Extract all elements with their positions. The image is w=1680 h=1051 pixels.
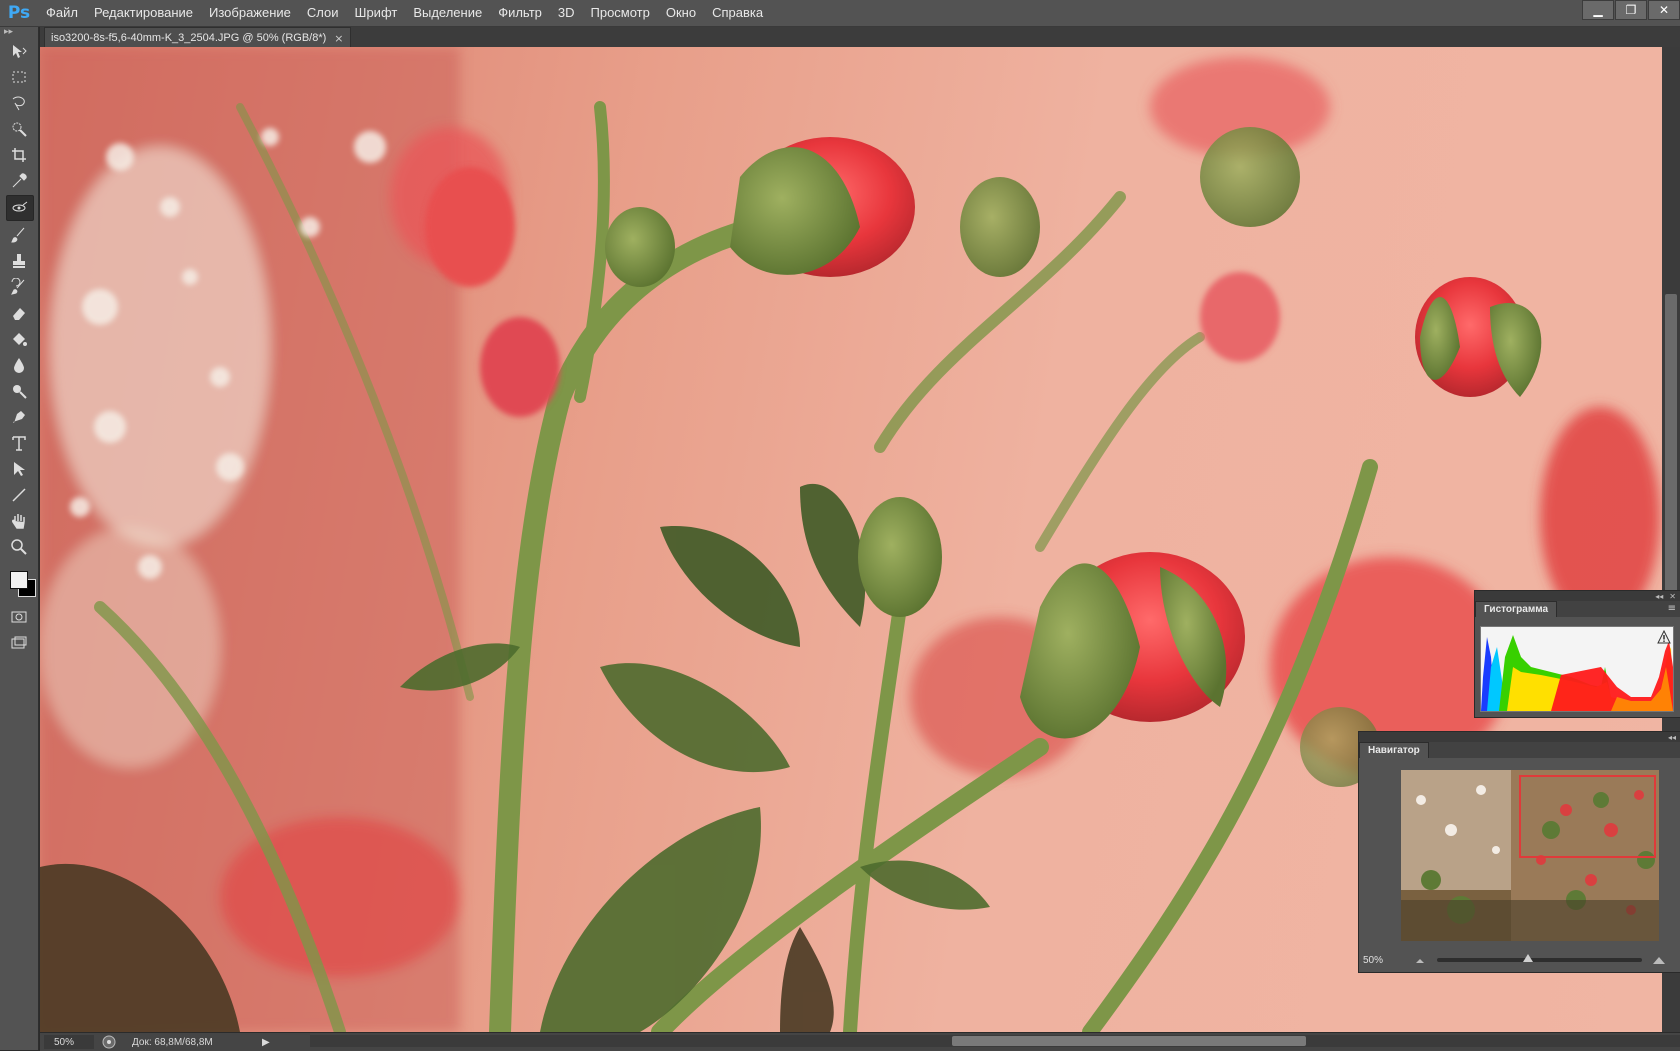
menu-item-2[interactable]: Изображение [201, 0, 299, 26]
collapse-icon[interactable]: ◂◂ [1655, 592, 1663, 601]
menu-item-8[interactable]: Просмотр [583, 0, 658, 26]
menu-item-3[interactable]: Слои [299, 0, 347, 26]
horizontal-scroll-thumb[interactable] [952, 1036, 1306, 1046]
pen-icon[interactable] [6, 405, 32, 429]
zoom-in-icon[interactable] [1652, 955, 1666, 965]
histogram-graph [1480, 626, 1674, 712]
type-icon[interactable] [6, 431, 32, 455]
move-icon[interactable] [6, 39, 32, 63]
window-controls: ▁ ❐ ✕ [1581, 0, 1680, 20]
navigator-zoom-slider[interactable] [1437, 954, 1642, 962]
toolbox-grip-icon[interactable]: ▸▸ [0, 27, 38, 37]
quick-select-icon[interactable] [6, 117, 32, 141]
menu-items: Файл Редактирование Изображение Слои Шрифт Вы… [38, 0, 771, 26]
vertical-scroll-thumb[interactable] [1665, 294, 1677, 594]
line-icon[interactable] [6, 483, 32, 507]
menu-item-5[interactable]: Выделение [405, 0, 490, 26]
stamp-icon[interactable] [6, 249, 32, 273]
dodge-icon[interactable] [6, 379, 32, 403]
spot-heal-icon[interactable] [6, 195, 34, 221]
navigator-tabs: Навигатор [1359, 742, 1680, 758]
app-logo: Ps [7, 3, 31, 23]
tab-navigator[interactable]: Навигатор [1359, 742, 1429, 758]
status-menu-arrow-icon[interactable]: ▶ [262, 1037, 270, 1048]
document-tab[interactable]: iso3200-8s-f5,6-40mm-K_3_2504.JPG @ 50% … [44, 27, 351, 48]
blur-icon[interactable] [6, 353, 32, 377]
document-tab-bar: iso3200-8s-f5,6-40mm-K_3_2504.JPG @ 50% … [40, 27, 1680, 48]
brush-icon[interactable] [6, 223, 32, 247]
warning-icon[interactable] [1657, 630, 1671, 644]
restore-button[interactable]: ❐ [1615, 0, 1647, 20]
menu-item-1[interactable]: Редактирование [86, 0, 201, 26]
navigator-panel-header: ◂◂ [1359, 732, 1680, 742]
navigator-controls: 50% [1359, 949, 1680, 971]
navigator-view-box[interactable] [1519, 775, 1656, 858]
zoom-slider-knob[interactable] [1523, 954, 1534, 962]
navigator-thumbnail[interactable] [1401, 770, 1659, 941]
document-size: Док: 68,8M/68,8M [132, 1036, 213, 1048]
menu-item-7[interactable]: 3D [550, 0, 583, 26]
screen-mode-icon[interactable] [6, 631, 32, 655]
document-tab-title: iso3200-8s-f5,6-40mm-K_3_2504.JPG @ 50% … [51, 32, 327, 44]
lasso-icon[interactable] [6, 91, 32, 115]
path-select-icon[interactable] [6, 457, 32, 481]
eyedropper-icon[interactable] [6, 169, 32, 193]
paint-bucket-icon[interactable] [6, 327, 32, 351]
menu-item-0[interactable]: Файл [38, 0, 86, 26]
navigator-panel: ◂◂ Навигатор 50% [1358, 731, 1680, 973]
foreground-color-swatch[interactable] [10, 571, 28, 589]
collapse-icon[interactable]: ◂◂ [1668, 733, 1676, 742]
history-brush-icon[interactable] [6, 275, 32, 299]
hand-icon[interactable] [6, 509, 32, 533]
histogram-panel-header: ◂◂ ✕ [1475, 591, 1680, 601]
menu-item-6[interactable]: Фильтр [490, 0, 550, 26]
menu-item-4[interactable]: Шрифт [347, 0, 406, 26]
menu-item-9[interactable]: Окно [658, 0, 704, 26]
crop-icon[interactable] [6, 143, 32, 167]
histogram-panel: ◂◂ ✕ Гистограмма ≡ [1474, 590, 1680, 718]
horizontal-scrollbar[interactable] [310, 1035, 1680, 1047]
eraser-icon[interactable] [6, 301, 32, 325]
quick-mask-icon[interactable] [6, 605, 32, 629]
panel-menu-icon[interactable]: ≡ [1668, 603, 1676, 614]
zoom-icon[interactable] [6, 535, 32, 559]
close-button[interactable]: ✕ [1648, 0, 1680, 20]
zoom-out-icon[interactable] [1413, 955, 1427, 965]
tab-close-icon[interactable]: × [334, 32, 343, 45]
minimize-button[interactable]: ▁ [1582, 0, 1614, 20]
menu-bar: Ps Файл Редактирование Изображение Слои Шриф… [0, 0, 1680, 27]
zoom-field[interactable]: 50% [44, 1035, 94, 1049]
menu-item-10[interactable]: Справка [704, 0, 771, 26]
marquee-icon[interactable] [6, 65, 32, 89]
color-swatches[interactable] [4, 565, 36, 599]
navigator-zoom-field[interactable]: 50% [1363, 955, 1413, 966]
panel-close-icon[interactable]: ✕ [1669, 592, 1676, 601]
tab-histogram[interactable]: Гистограмма [1475, 601, 1558, 617]
toolbox: ▸▸ [0, 27, 39, 1050]
histogram-tabs: Гистограмма ≡ [1475, 601, 1680, 617]
status-info-icon[interactable] [102, 1035, 116, 1049]
